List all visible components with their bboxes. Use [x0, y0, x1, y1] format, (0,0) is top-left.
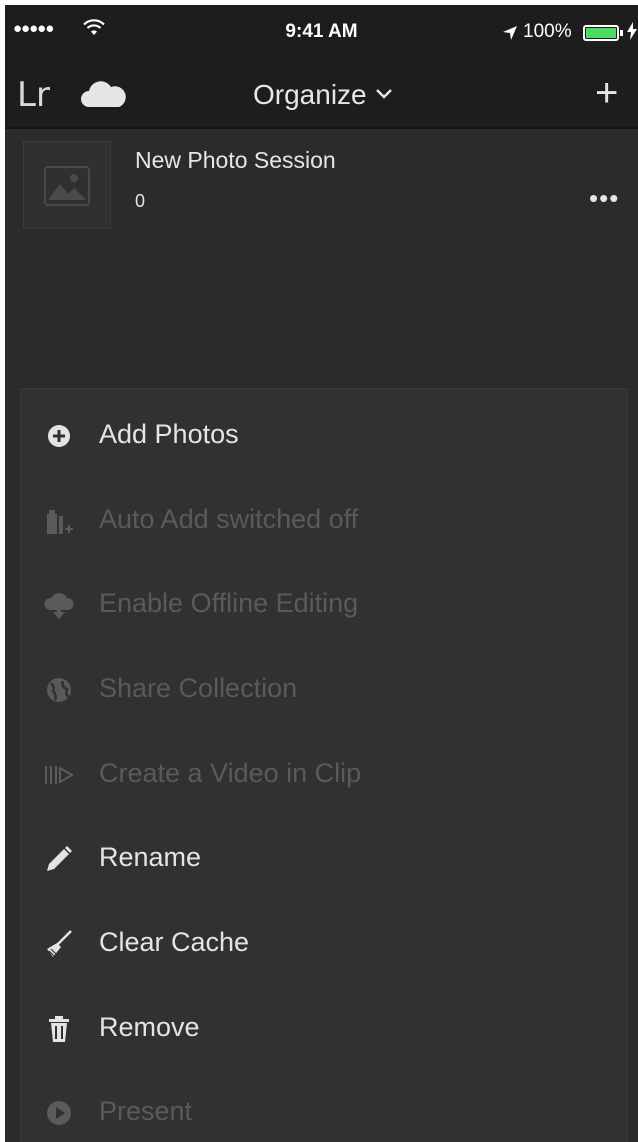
play-circle-icon [47, 1101, 71, 1125]
globe-icon [47, 678, 71, 702]
menu-item-create-video: Create a Video in Clip [21, 732, 629, 816]
menu-item-offline-editing: Enable Offline Editing [21, 562, 629, 646]
cloud-sync-icon[interactable] [79, 81, 127, 109]
pencil-icon [47, 846, 72, 871]
navigation-bar: Lr Organize + [5, 57, 638, 129]
charging-bolt-icon [627, 22, 637, 40]
menu-item-label: Share Collection [99, 673, 298, 703]
collection-action-sheet: Add Photos Auto Add switched off Enable … [20, 388, 628, 1142]
menu-item-add-photos[interactable]: Add Photos [21, 393, 629, 477]
battery-icon [583, 25, 623, 41]
collection-count: 0 [135, 191, 146, 211]
menu-item-share-collection: Share Collection [21, 647, 629, 731]
menu-item-label: Create a Video in Clip [99, 758, 362, 788]
broom-icon [47, 930, 72, 958]
menu-item-remove[interactable]: Remove [21, 986, 629, 1070]
location-arrow-icon [503, 26, 517, 40]
app-screen: ●●●●● 9:41 AM 100% Lr Organize + New Pho… [5, 5, 638, 1142]
menu-item-clear-cache[interactable]: Clear Cache [21, 901, 629, 985]
menu-item-label: Clear Cache [99, 927, 250, 957]
menu-item-label: Rename [99, 842, 202, 872]
organize-title[interactable]: Organize [253, 79, 367, 111]
cloud-download-icon [44, 593, 74, 619]
menu-item-auto-add: Auto Add switched off [21, 478, 629, 562]
image-placeholder-icon [44, 166, 90, 206]
menu-item-label: Remove [99, 1012, 200, 1042]
menu-item-label: Add Photos [99, 419, 239, 449]
add-button[interactable]: + [595, 71, 618, 116]
status-bar: ●●●●● 9:41 AM 100% [5, 5, 638, 57]
auto-add-icon [47, 510, 73, 534]
collection-name: New Photo Session [135, 147, 336, 173]
menu-item-label: Auto Add switched off [99, 504, 359, 534]
plus-circle-icon [48, 425, 70, 447]
chevron-down-icon[interactable] [375, 87, 393, 101]
menu-item-rename[interactable]: Rename [21, 816, 629, 900]
collection-row[interactable]: New Photo Session 0 ••• [5, 129, 638, 239]
battery-percent: 100% [523, 21, 572, 42]
video-clip-icon [45, 766, 74, 784]
more-options-button[interactable]: ••• [589, 183, 619, 214]
menu-item-present: Present [21, 1070, 629, 1142]
collection-thumbnail[interactable] [23, 141, 111, 229]
menu-item-label: Present [99, 1096, 193, 1126]
lightroom-logo[interactable]: Lr [17, 75, 50, 115]
trash-icon [49, 1016, 69, 1042]
menu-item-label: Enable Offline Editing [99, 588, 359, 618]
